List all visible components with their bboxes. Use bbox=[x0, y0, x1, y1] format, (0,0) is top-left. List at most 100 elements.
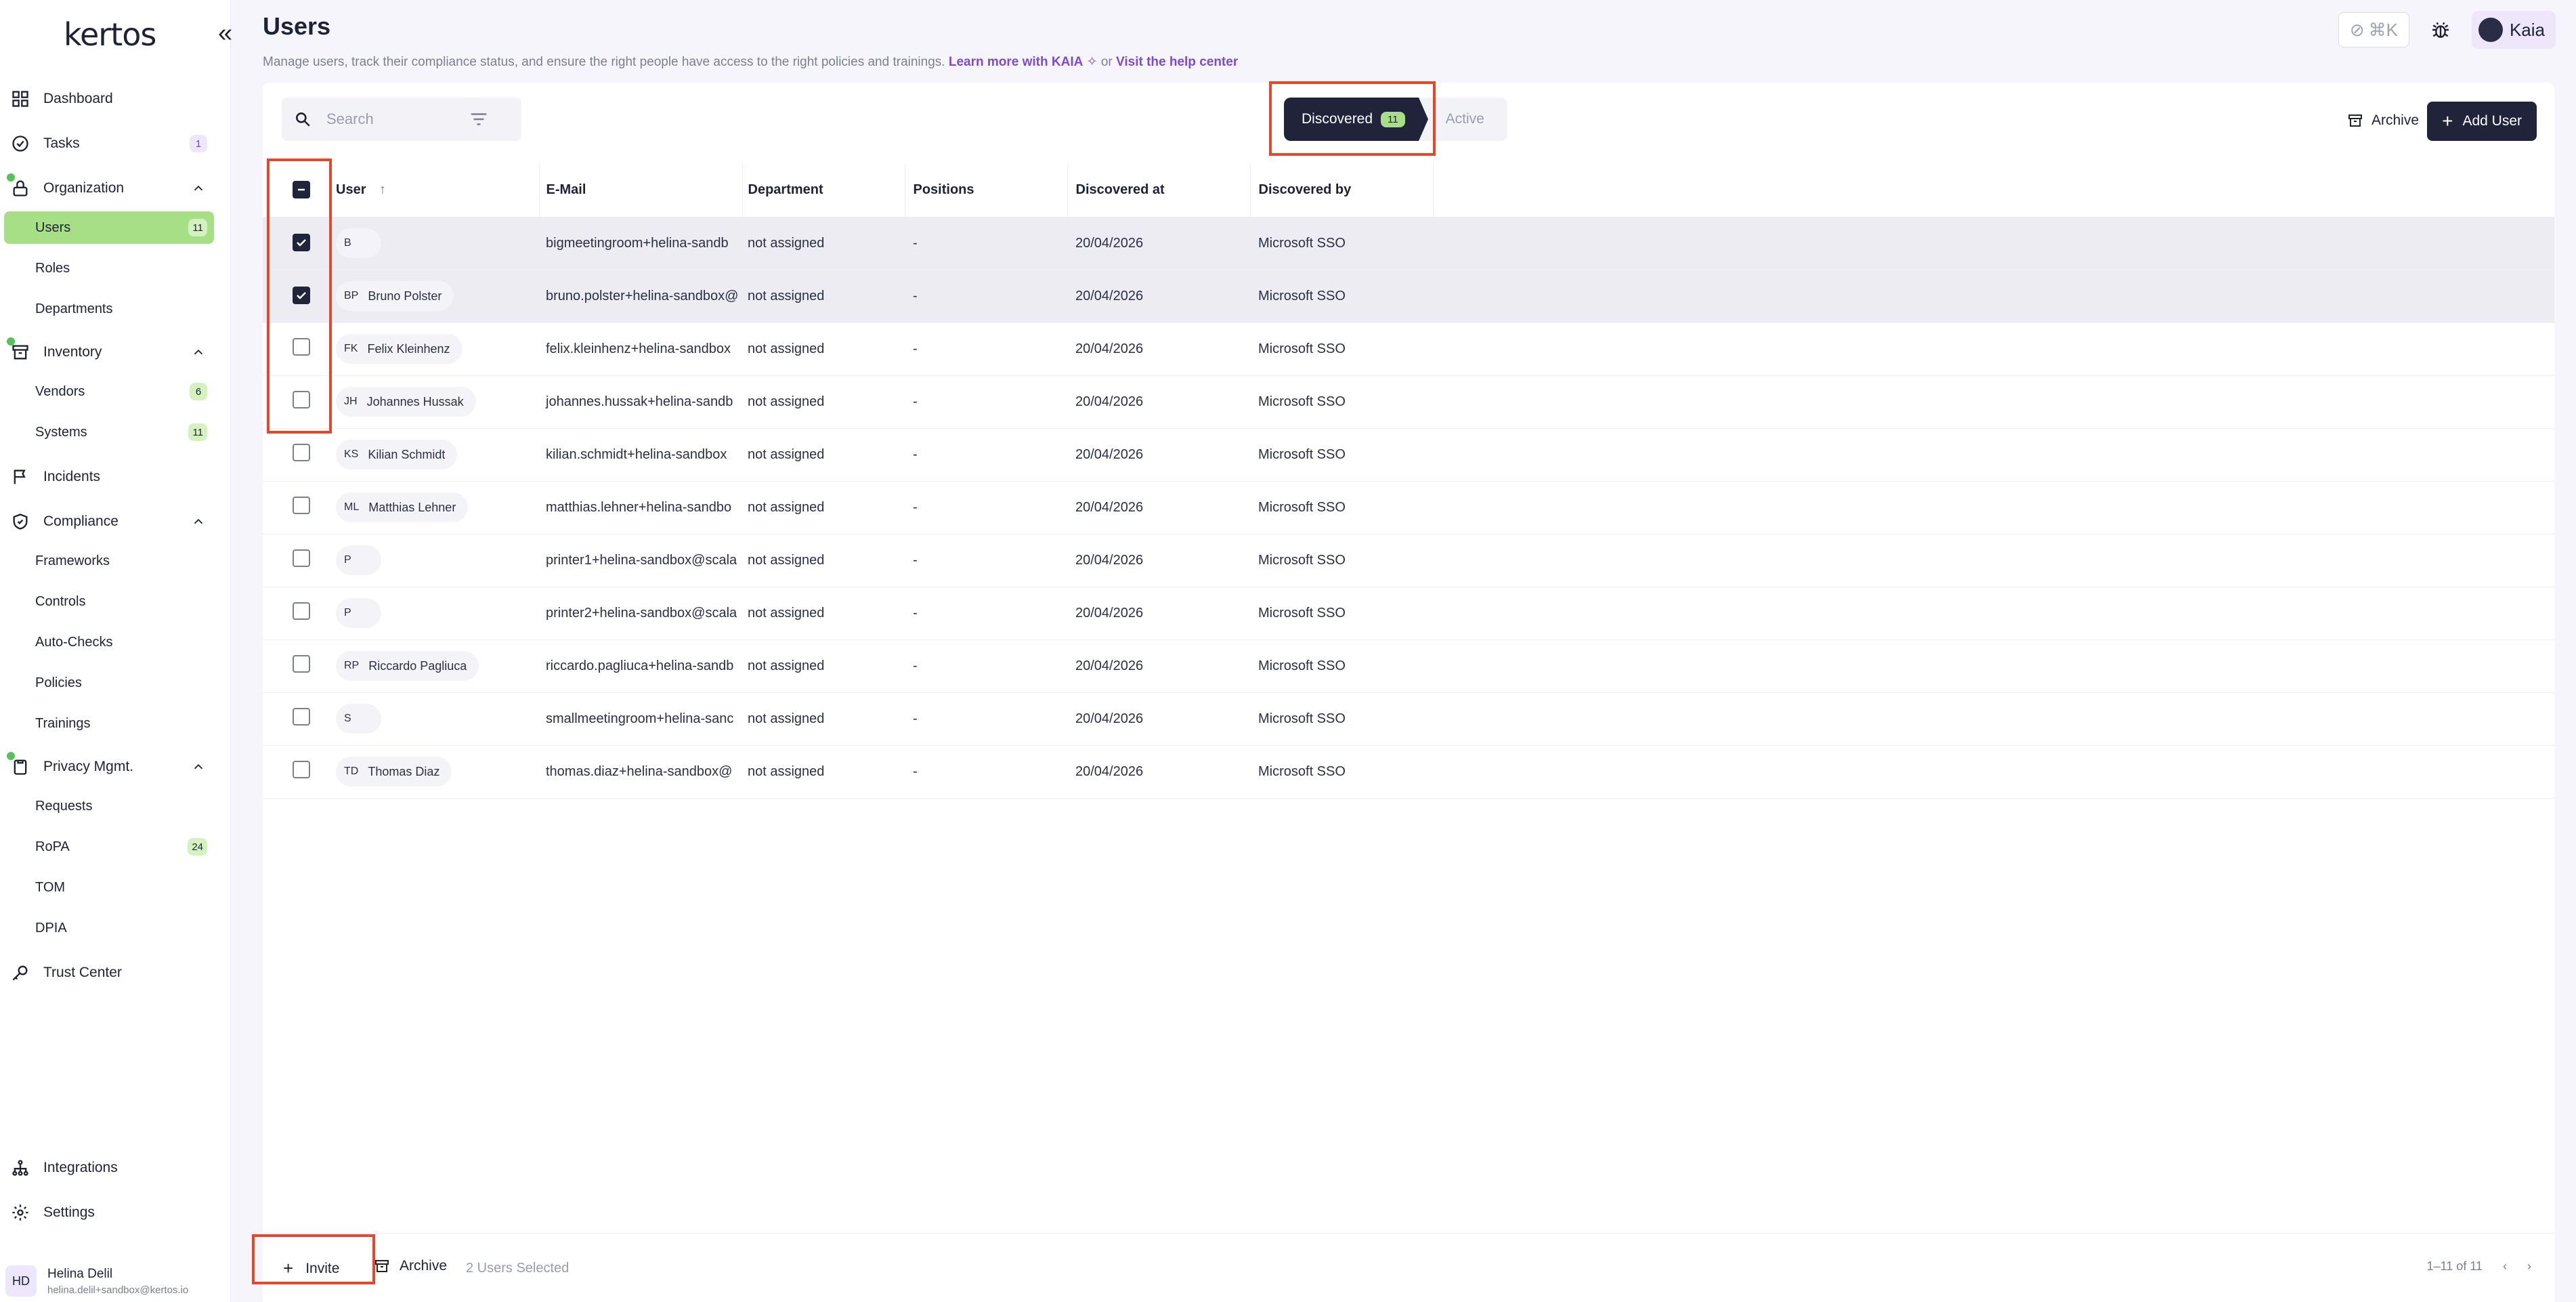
column-header-user[interactable]: User ↑ bbox=[336, 164, 540, 217]
chevron-up-icon[interactable] bbox=[191, 181, 206, 196]
nav-systems[interactable]: Systems 11 bbox=[4, 416, 214, 448]
nav-dashboard[interactable]: Dashboard bbox=[9, 83, 214, 115]
select-all-checkbox[interactable] bbox=[293, 181, 310, 199]
kertos-logo[interactable]: kertos bbox=[64, 16, 156, 53]
nav-roles[interactable]: Roles bbox=[4, 252, 214, 285]
row-checkbox[interactable] bbox=[293, 655, 310, 673]
row-checkbox[interactable] bbox=[293, 761, 310, 778]
user-chip[interactable]: P bbox=[336, 545, 381, 575]
add-user-button[interactable]: + Add User bbox=[2427, 102, 2537, 141]
table-row[interactable]: Ssmallmeetingroom+helina-sanc not assigne… bbox=[263, 692, 2554, 746]
nav-controls[interactable]: Controls bbox=[4, 585, 214, 618]
row-spacer bbox=[1433, 692, 2554, 746]
row-checkbox[interactable] bbox=[293, 391, 310, 408]
user-chip[interactable]: BP Bruno Polster bbox=[336, 281, 454, 311]
row-checkbox[interactable] bbox=[293, 602, 310, 620]
row-checkbox[interactable] bbox=[293, 338, 310, 356]
nav-tom[interactable]: TOM bbox=[4, 871, 214, 904]
nav-privacy-mgmt[interactable]: Privacy Mgmt. bbox=[7, 751, 214, 783]
chevron-up-icon[interactable] bbox=[191, 514, 206, 529]
search-box[interactable] bbox=[282, 98, 521, 141]
table-row[interactable]: FK Felix Kleinhenz felix.kleinhenz+helina-… bbox=[263, 322, 2554, 376]
table-row[interactable]: Pprinter2+helina-sandbox@scala not assign… bbox=[263, 587, 2554, 640]
nav-incidents[interactable]: Incidents bbox=[9, 461, 214, 493]
nav-organization[interactable]: Organization bbox=[7, 172, 214, 205]
nav-frameworks[interactable]: Frameworks bbox=[4, 545, 214, 577]
row-checkbox[interactable] bbox=[293, 497, 310, 514]
column-header-positions[interactable]: Positions bbox=[905, 164, 1068, 217]
kaia-link[interactable]: Learn more with KAIA bbox=[949, 55, 1083, 69]
email-cell: kilian.schmidt+helina-sandbox bbox=[539, 428, 742, 482]
row-checkbox[interactable] bbox=[293, 234, 310, 251]
nav-label: Dashboard bbox=[43, 91, 113, 106]
nav-trust-center[interactable]: Trust Center bbox=[9, 957, 214, 989]
table-row[interactable]: Bbigmeetingroom+helina-sandb not assigned… bbox=[263, 217, 2554, 270]
user-chip[interactable]: B bbox=[336, 228, 381, 258]
search-input[interactable] bbox=[326, 110, 469, 128]
row-checkbox[interactable] bbox=[293, 708, 310, 726]
user-initials: RP bbox=[344, 660, 360, 671]
nav-trainings[interactable]: Trainings bbox=[4, 707, 214, 740]
tab-discovered[interactable]: Discovered 11 bbox=[1284, 98, 1428, 141]
table-row[interactable]: KS Kilian Schmidt kilian.schmidt+helina-sa… bbox=[263, 428, 2554, 482]
chevron-left-icon[interactable]: ‹ bbox=[2503, 1259, 2507, 1274]
positions-cell: - bbox=[905, 217, 1067, 270]
chevron-up-icon[interactable] bbox=[191, 759, 206, 774]
command-palette-button[interactable]: ⊘ ⌘K bbox=[2338, 12, 2409, 47]
column-header-discovered-at[interactable]: Discovered at bbox=[1067, 164, 1251, 217]
nav-departments[interactable]: Departments bbox=[4, 293, 214, 325]
user-name: Felix Kleinhenz bbox=[367, 341, 450, 356]
table-row[interactable]: BP Bruno Polster bruno.polster+helina-sand… bbox=[263, 270, 2554, 323]
user-profile[interactable]: HD Helina Delil helina.delil+sandbox@ker… bbox=[0, 1260, 231, 1302]
chevron-right-icon[interactable]: › bbox=[2527, 1259, 2531, 1274]
nav-requests[interactable]: Requests bbox=[4, 790, 214, 822]
table-row[interactable]: ML Matthias Lehner matthias.lehner+helina-… bbox=[263, 481, 2554, 534]
department-cell: not assigned bbox=[742, 692, 905, 746]
user-chip[interactable]: TD Thomas Diaz bbox=[336, 757, 452, 786]
invite-button[interactable]: + Invite bbox=[283, 1258, 339, 1279]
nav-settings[interactable]: Settings bbox=[9, 1196, 214, 1229]
row-checkbox[interactable] bbox=[293, 549, 310, 567]
discovered-by-cell: Microsoft SSO bbox=[1250, 692, 1433, 746]
nav-compliance[interactable]: Compliance bbox=[9, 505, 214, 538]
kaia-assistant-button[interactable]: Kaia bbox=[2471, 11, 2556, 49]
tab-active[interactable]: Active bbox=[1419, 98, 1507, 141]
nav-auto-checks[interactable]: Auto-Checks bbox=[4, 626, 214, 658]
nav-inventory[interactable]: Inventory bbox=[7, 336, 214, 369]
table-row[interactable]: RP Riccardo Pagliuca riccardo.pagliuca+hel… bbox=[263, 639, 2554, 693]
nav-tasks[interactable]: Tasks 1 bbox=[9, 127, 214, 160]
user-chip[interactable]: ML Matthias Lehner bbox=[336, 492, 469, 522]
positions-cell: - bbox=[905, 692, 1067, 746]
help-center-link[interactable]: Visit the help center bbox=[1116, 55, 1238, 69]
nav-policies[interactable]: Policies bbox=[4, 667, 214, 699]
user-initials: B bbox=[344, 237, 351, 249]
row-checkbox[interactable] bbox=[293, 444, 310, 461]
table-row[interactable]: JH Johannes Hussak johannes.hussak+helina-… bbox=[263, 375, 2554, 429]
user-chip[interactable]: FK Felix Kleinhenz bbox=[336, 334, 463, 364]
nav-dpia[interactable]: DPIA bbox=[4, 912, 214, 944]
bug-icon[interactable] bbox=[2427, 16, 2454, 43]
column-header-email[interactable]: E-Mail bbox=[539, 164, 743, 217]
nav-ropa[interactable]: RoPA 24 bbox=[4, 831, 214, 863]
user-chip[interactable]: P bbox=[336, 598, 381, 628]
table-row[interactable]: TD Thomas Diaz thomas.diaz+helina-sandbox@… bbox=[263, 745, 2554, 799]
table-row[interactable]: Pprinter1+helina-sandbox@scala not assign… bbox=[263, 534, 2554, 587]
sort-arrow-up-icon[interactable]: ↑ bbox=[379, 182, 386, 197]
department-cell: not assigned bbox=[742, 322, 905, 376]
user-chip[interactable]: RP Riccardo Pagliuca bbox=[336, 651, 479, 681]
user-chip[interactable]: JH Johannes Hussak bbox=[336, 387, 476, 417]
user-chip[interactable]: KS Kilian Schmidt bbox=[336, 440, 458, 469]
nav-vendors[interactable]: Vendors 6 bbox=[4, 375, 214, 408]
nav-users[interactable]: Users 11 bbox=[4, 211, 214, 244]
column-header-discovered-by[interactable]: Discovered by bbox=[1250, 164, 1434, 217]
filter-icon[interactable] bbox=[469, 109, 489, 129]
nav-integrations[interactable]: Integrations bbox=[9, 1152, 214, 1184]
collapse-sidebar-icon[interactable]: « bbox=[218, 19, 232, 48]
column-header-department[interactable]: Department bbox=[742, 164, 905, 217]
row-checkbox[interactable] bbox=[293, 287, 310, 304]
bulk-archive-button[interactable]: Archive bbox=[374, 1258, 447, 1274]
archive-button[interactable]: Archive bbox=[2347, 103, 2419, 138]
user-chip[interactable]: S bbox=[336, 704, 381, 734]
user-name: Bruno Polster bbox=[368, 289, 442, 303]
chevron-up-icon[interactable] bbox=[191, 345, 206, 360]
